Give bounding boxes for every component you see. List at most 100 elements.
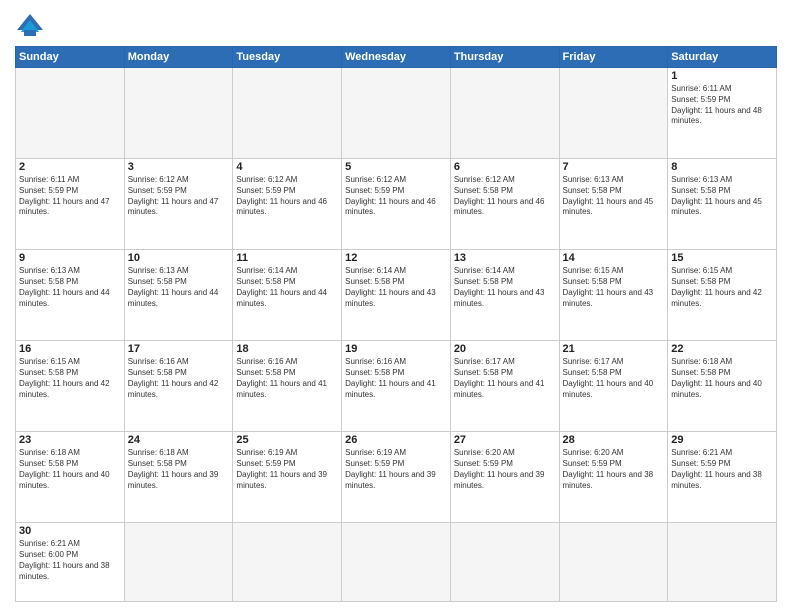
- calendar-cell: 6 Sunrise: 6:12 AMSunset: 5:58 PMDaylight…: [450, 159, 559, 250]
- cell-info: Sunrise: 6:12 AMSunset: 5:59 PMDaylight:…: [345, 175, 447, 218]
- cell-info: Sunrise: 6:16 AMSunset: 5:58 PMDaylight:…: [236, 357, 338, 400]
- calendar-cell: 12Sunrise: 6:14 AMSunset: 5:58 PMDayligh…: [342, 250, 451, 341]
- day-number: 16: [19, 343, 121, 355]
- calendar-cell: 29 Sunrise: 6:21 AMSunset: 5:59 PMDayligh…: [668, 432, 777, 523]
- col-header-thursday: Thursday: [450, 47, 559, 68]
- cell-info: Sunrise: 6:19 AMSunset: 5:59 PMDaylight:…: [236, 448, 338, 491]
- calendar-cell: 8 Sunrise: 6:13 AMSunset: 5:58 PMDaylight…: [668, 159, 777, 250]
- day-number: 30: [19, 525, 121, 537]
- calendar-cell: 13 Sunrise: 6:14 AMSunset: 5:58 PMDayligh…: [450, 250, 559, 341]
- day-number: 8: [671, 161, 773, 173]
- calendar-cell: 21 Sunrise: 6:17 AMSunset: 5:58 PMDayligh…: [559, 341, 668, 432]
- day-number: 27: [454, 434, 556, 446]
- calendar-cell: 10 Sunrise: 6:13 AMSunset: 5:58 PMDayligh…: [124, 250, 233, 341]
- day-number: 10: [128, 252, 230, 264]
- calendar-cell: [16, 68, 125, 159]
- header: [15, 10, 777, 38]
- cell-info: Sunrise: 6:20 AMSunset: 5:59 PMDaylight:…: [454, 448, 556, 491]
- cell-info: Sunrise: 6:13 AMSunset: 5:58 PMDaylight:…: [128, 266, 230, 309]
- calendar-cell: 16 Sunrise: 6:15 AMSunset: 5:58 PMDayligh…: [16, 341, 125, 432]
- day-number: 19: [345, 343, 447, 355]
- calendar-cell: 27 Sunrise: 6:20 AMSunset: 5:59 PMDayligh…: [450, 432, 559, 523]
- calendar-cell: 22Sunrise: 6:18 AMSunset: 5:58 PMDayligh…: [668, 341, 777, 432]
- cell-info: Sunrise: 6:16 AMSunset: 5:58 PMDaylight:…: [128, 357, 230, 400]
- day-number: 9: [19, 252, 121, 264]
- col-header-monday: Monday: [124, 47, 233, 68]
- calendar-cell: [559, 523, 668, 602]
- cell-info: Sunrise: 6:14 AMSunset: 5:58 PMDaylight:…: [236, 266, 338, 309]
- cell-info: Sunrise: 6:13 AMSunset: 5:58 PMDaylight:…: [563, 175, 665, 218]
- cell-info: Sunrise: 6:21 AMSunset: 6:00 PMDaylight:…: [19, 539, 121, 582]
- cell-info: Sunrise: 6:15 AMSunset: 5:58 PMDaylight:…: [671, 266, 773, 309]
- cell-info: Sunrise: 6:18 AMSunset: 5:58 PMDaylight:…: [128, 448, 230, 491]
- day-number: 23: [19, 434, 121, 446]
- day-number: 3: [128, 161, 230, 173]
- cell-info: Sunrise: 6:12 AMSunset: 5:59 PMDaylight:…: [236, 175, 338, 218]
- calendar-cell: 14 Sunrise: 6:15 AMSunset: 5:58 PMDayligh…: [559, 250, 668, 341]
- col-header-wednesday: Wednesday: [342, 47, 451, 68]
- col-header-sunday: Sunday: [16, 47, 125, 68]
- cell-info: Sunrise: 6:17 AMSunset: 5:58 PMDaylight:…: [563, 357, 665, 400]
- calendar-cell: 1 Sunrise: 6:11 AMSunset: 5:59 PMDaylight…: [668, 68, 777, 159]
- calendar-cell: 5 Sunrise: 6:12 AMSunset: 5:59 PMDaylight…: [342, 159, 451, 250]
- calendar-table: SundayMondayTuesdayWednesdayThursdayFrid…: [15, 46, 777, 602]
- cell-info: Sunrise: 6:11 AMSunset: 5:59 PMDaylight:…: [19, 175, 121, 218]
- cell-info: Sunrise: 6:12 AMSunset: 5:59 PMDaylight:…: [128, 175, 230, 218]
- calendar-cell: 24 Sunrise: 6:18 AMSunset: 5:58 PMDayligh…: [124, 432, 233, 523]
- day-number: 26: [345, 434, 447, 446]
- day-number: 7: [563, 161, 665, 173]
- day-number: 18: [236, 343, 338, 355]
- calendar-cell: [124, 523, 233, 602]
- col-header-saturday: Saturday: [668, 47, 777, 68]
- day-number: 25: [236, 434, 338, 446]
- calendar-cell: 9Sunrise: 6:13 AMSunset: 5:58 PMDaylight…: [16, 250, 125, 341]
- calendar-cell: [342, 523, 451, 602]
- day-number: 1: [671, 70, 773, 82]
- cell-info: Sunrise: 6:14 AMSunset: 5:58 PMDaylight:…: [454, 266, 556, 309]
- calendar-cell: 4 Sunrise: 6:12 AMSunset: 5:59 PMDaylight…: [233, 159, 342, 250]
- calendar-cell: 25 Sunrise: 6:19 AMSunset: 5:59 PMDayligh…: [233, 432, 342, 523]
- calendar-cell: [668, 523, 777, 602]
- cell-info: Sunrise: 6:15 AMSunset: 5:58 PMDaylight:…: [563, 266, 665, 309]
- calendar-cell: [233, 523, 342, 602]
- col-header-friday: Friday: [559, 47, 668, 68]
- cell-info: Sunrise: 6:11 AMSunset: 5:59 PMDaylight:…: [671, 84, 773, 127]
- cell-info: Sunrise: 6:17 AMSunset: 5:58 PMDaylight:…: [454, 357, 556, 400]
- day-number: 24: [128, 434, 230, 446]
- day-number: 17: [128, 343, 230, 355]
- day-number: 6: [454, 161, 556, 173]
- calendar-cell: 20Sunrise: 6:17 AMSunset: 5:58 PMDayligh…: [450, 341, 559, 432]
- calendar-cell: 11 Sunrise: 6:14 AMSunset: 5:58 PMDayligh…: [233, 250, 342, 341]
- calendar-cell: 2 Sunrise: 6:11 AMSunset: 5:59 PMDaylight…: [16, 159, 125, 250]
- calendar-cell: 3 Sunrise: 6:12 AMSunset: 5:59 PMDaylight…: [124, 159, 233, 250]
- calendar-cell: [124, 68, 233, 159]
- cell-info: Sunrise: 6:12 AMSunset: 5:58 PMDaylight:…: [454, 175, 556, 218]
- cell-info: Sunrise: 6:21 AMSunset: 5:59 PMDaylight:…: [671, 448, 773, 491]
- calendar-cell: [342, 68, 451, 159]
- cell-info: Sunrise: 6:20 AMSunset: 5:59 PMDaylight:…: [563, 448, 665, 491]
- day-number: 5: [345, 161, 447, 173]
- day-number: 29: [671, 434, 773, 446]
- day-number: 28: [563, 434, 665, 446]
- col-header-tuesday: Tuesday: [233, 47, 342, 68]
- calendar-cell: [450, 68, 559, 159]
- calendar-cell: 17 Sunrise: 6:16 AMSunset: 5:58 PMDayligh…: [124, 341, 233, 432]
- day-number: 21: [563, 343, 665, 355]
- cell-info: Sunrise: 6:13 AMSunset: 5:58 PMDaylight:…: [671, 175, 773, 218]
- day-number: 4: [236, 161, 338, 173]
- day-number: 11: [236, 252, 338, 264]
- day-number: 22: [671, 343, 773, 355]
- cell-info: Sunrise: 6:15 AMSunset: 5:58 PMDaylight:…: [19, 357, 121, 400]
- calendar-cell: 28 Sunrise: 6:20 AMSunset: 5:59 PMDayligh…: [559, 432, 668, 523]
- calendar-cell: 26Sunrise: 6:19 AMSunset: 5:59 PMDayligh…: [342, 432, 451, 523]
- calendar-cell: 7 Sunrise: 6:13 AMSunset: 5:58 PMDaylight…: [559, 159, 668, 250]
- day-number: 2: [19, 161, 121, 173]
- day-number: 14: [563, 252, 665, 264]
- calendar-cell: 23Sunrise: 6:18 AMSunset: 5:58 PMDayligh…: [16, 432, 125, 523]
- calendar-cell: [233, 68, 342, 159]
- day-number: 13: [454, 252, 556, 264]
- logo: [15, 10, 49, 38]
- calendar-cell: [450, 523, 559, 602]
- calendar-cell: 18 Sunrise: 6:16 AMSunset: 5:58 PMDayligh…: [233, 341, 342, 432]
- calendar-cell: 30 Sunrise: 6:21 AMSunset: 6:00 PMDayligh…: [16, 523, 125, 602]
